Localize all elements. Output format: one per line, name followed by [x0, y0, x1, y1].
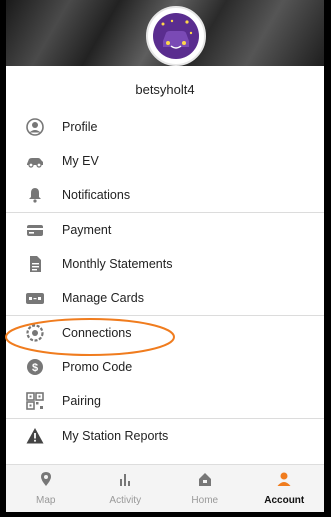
gear-link-icon: [26, 324, 44, 342]
tab-label: Activity: [109, 495, 142, 506]
menu-item-label: Promo Code: [62, 360, 133, 374]
tab-map[interactable]: Map: [6, 465, 86, 512]
cards-icon: [26, 289, 44, 307]
menu-item-manage-cards[interactable]: Manage Cards: [6, 281, 324, 315]
menu-item-label: Pairing: [62, 394, 101, 408]
menu-item-label: Payment: [62, 223, 112, 237]
menu-item-label: Profile: [62, 120, 98, 134]
avatar[interactable]: [146, 6, 206, 66]
car-icon: [26, 152, 44, 170]
menu-item-connections[interactable]: Connections: [6, 316, 324, 350]
document-icon: [26, 255, 44, 273]
menu-item-label: Monthly Statements: [62, 257, 173, 271]
car-avatar-icon: [153, 13, 199, 59]
tab-label: Home: [191, 495, 219, 506]
person-icon: [277, 472, 291, 486]
menu-item-label: Manage Cards: [62, 291, 144, 305]
menu-item-payment[interactable]: Payment: [6, 213, 324, 247]
location-pin-icon: [40, 472, 51, 486]
tab-home[interactable]: Home: [165, 465, 245, 512]
username-label: betsyholt4: [135, 82, 195, 97]
bell-icon: [26, 186, 44, 204]
tab-label: Account: [264, 495, 305, 506]
bottom-navigation: Map Activity Home Account: [6, 464, 324, 512]
tab-account[interactable]: Account: [245, 465, 325, 512]
menu-item-promo-code[interactable]: $ Promo Code: [6, 350, 324, 384]
menu-item-my-station-reports[interactable]: My Station Reports: [6, 419, 324, 453]
person-circle-icon: [26, 118, 44, 136]
credit-card-icon: [26, 221, 44, 239]
menu-item-label: My EV: [62, 154, 99, 168]
menu-item-label: My Station Reports: [62, 429, 169, 443]
account-menu: Profile My EV Notifications Payment Mont…: [6, 110, 324, 453]
bar-chart-icon: [120, 474, 131, 486]
menu-item-notifications[interactable]: Notifications: [6, 178, 324, 212]
tab-activity[interactable]: Activity: [86, 465, 166, 512]
menu-item-pairing[interactable]: Pairing: [6, 384, 324, 418]
menu-item-label: Notifications: [62, 188, 131, 202]
warning-icon: [26, 427, 44, 445]
menu-item-label: Connections: [62, 326, 132, 340]
tab-label: Map: [36, 495, 56, 506]
dollar-badge-icon: $: [26, 358, 44, 376]
app-frame: betsyholt4 Profile My EV Notifications P…: [6, 0, 324, 512]
home-icon: [198, 473, 211, 486]
svg-text:$: $: [32, 362, 38, 374]
menu-item-my-ev[interactable]: My EV: [6, 144, 324, 178]
menu-item-profile[interactable]: Profile: [6, 110, 324, 144]
menu-item-monthly-statements[interactable]: Monthly Statements: [6, 247, 324, 281]
qr-code-icon: [26, 392, 44, 410]
